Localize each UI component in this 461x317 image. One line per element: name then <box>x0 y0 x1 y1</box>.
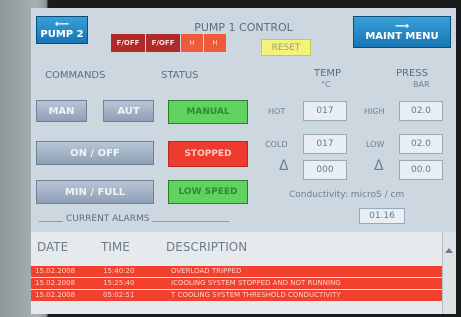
temp-delta-value: 000 <box>303 160 347 180</box>
alarm-time: 15:40:20 <box>103 267 135 275</box>
scroll-up-icon[interactable] <box>445 248 453 253</box>
press-delta-value: 00.0 <box>399 160 443 180</box>
alarms-table-header: DATE TIME DESCRIPTION <box>31 232 443 258</box>
flag-h-1: H <box>181 34 203 52</box>
alarm-desc: OVERLOAD TRIPPED <box>171 267 242 275</box>
status-mode: MANUAL <box>168 100 248 124</box>
high-label: HIGH <box>364 107 385 116</box>
low-label: LOW <box>366 140 385 149</box>
press-high-value: 02.0 <box>399 101 443 121</box>
alarm-time: 05:02:51 <box>103 291 135 299</box>
hmi-screen: ⟵ PUMP 2 PUMP 1 CONTROL F/OFF F/OFF H H … <box>31 8 456 314</box>
commands-label: COMMANDS <box>45 70 106 81</box>
conductivity-value: 01.16 <box>359 208 405 224</box>
on-off-button[interactable]: ON / OFF <box>36 141 154 165</box>
delta-temp-icon: Δ <box>279 158 289 174</box>
arrow-right-icon: ⟶ <box>394 20 410 32</box>
status-speed: LOW SPEED <box>168 180 248 204</box>
alarm-desc: T COOLING SYSTEM THRESHOLD CONDUCTIVITY <box>171 291 341 299</box>
alarm-date: 15.02.2008 <box>35 279 76 287</box>
delta-press-icon: Δ <box>374 158 384 174</box>
conductivity-label: Conductivity: microS / cm <box>289 190 405 200</box>
col-date: DATE <box>37 240 69 254</box>
flag-foff-1: F/OFF <box>111 34 145 52</box>
status-label: STATUS <box>161 70 199 81</box>
alarm-date: 15.02.2008 <box>35 267 76 275</box>
maint-menu-button[interactable]: ⟶ MAINT MENU <box>353 16 451 48</box>
pump-title: PUMP 1 CONTROL <box>194 21 293 34</box>
temp-hot-value: 017 <box>303 101 347 121</box>
temp-label: TEMP <box>314 68 342 79</box>
col-description: DESCRIPTION <box>166 240 248 254</box>
flag-h-2: H <box>204 34 226 52</box>
temp-cold-value: 017 <box>303 134 347 154</box>
press-unit-label: BAR <box>413 80 430 89</box>
pump2-button[interactable]: ⟵ PUMP 2 <box>36 16 88 44</box>
aut-button[interactable]: AUT <box>103 100 154 122</box>
min-full-button[interactable]: MIN / FULL <box>36 180 154 204</box>
alarms-heading: CURRENT ALARMS <box>63 214 153 224</box>
alarm-row[interactable]: 15.02.2008 05:02:51 T COOLING SYSTEM THR… <box>31 290 443 301</box>
press-low-value: 02.0 <box>399 134 443 154</box>
alarm-date: 15.02.2008 <box>35 291 76 299</box>
alarms-scrollbar[interactable] <box>442 232 456 314</box>
status-state: STOPPED <box>168 141 248 167</box>
press-label: PRESS <box>396 68 428 79</box>
fault-flags: F/OFF F/OFF H H <box>111 34 251 52</box>
hot-label: HOT <box>268 107 286 116</box>
flag-foff-2: F/OFF <box>146 34 180 52</box>
arrow-left-icon: ⟵ <box>54 18 70 30</box>
alarms-table: DATE TIME DESCRIPTION 15.02.2008 15:40:2… <box>31 232 456 314</box>
temp-unit-label: °C <box>321 80 331 89</box>
alarm-row[interactable]: 15.02.2008 15:40:20 OVERLOAD TRIPPED <box>31 266 443 277</box>
reset-button[interactable]: RESET <box>261 39 311 56</box>
man-button[interactable]: MAN <box>36 100 87 122</box>
cold-label: COLD <box>265 140 288 149</box>
alarm-row[interactable]: 15.02.2008 15:25:40 ICOOLING SYSTEM STOP… <box>31 278 443 289</box>
col-time: TIME <box>101 240 130 254</box>
alarm-desc: ICOOLING SYSTEM STOPPED AND NOT RUNNING <box>171 279 341 287</box>
alarm-time: 15:25:40 <box>103 279 135 287</box>
